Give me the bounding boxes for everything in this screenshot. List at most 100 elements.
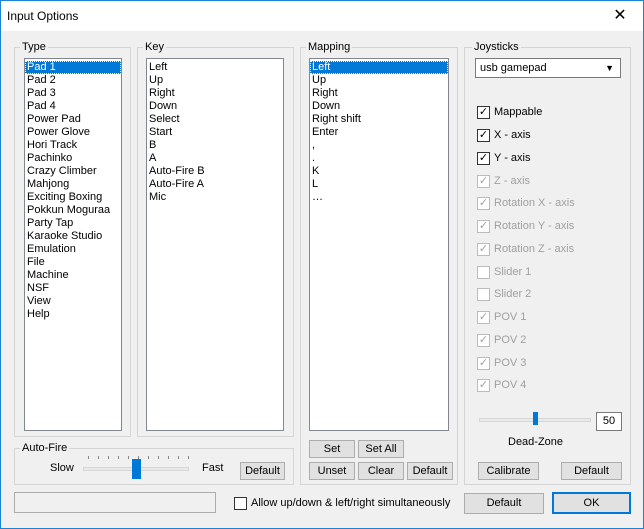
slider-tick xyxy=(188,456,189,459)
mapping-list-item[interactable]: Right shift xyxy=(310,113,448,126)
checkmark-icon: ✓ xyxy=(477,219,490,233)
key-list-item[interactable]: Auto-Fire A xyxy=(147,178,283,191)
key-listbox[interactable]: Left Up Right Down Select Start B A Auto-Fire BA… xyxy=(146,58,284,431)
type-list-item[interactable]: Pad 3 xyxy=(25,87,121,100)
title-bar: Input Options ✕ xyxy=(1,1,643,31)
type-list-item[interactable]: Pokkun Moguraa xyxy=(25,204,121,217)
mapping-default-button[interactable]: Default xyxy=(407,462,453,480)
unset-button[interactable]: Unset xyxy=(309,462,355,480)
autofire-slider-thumb[interactable] xyxy=(132,459,141,479)
type-list-item[interactable]: Party Tap xyxy=(25,217,121,230)
close-icon[interactable]: ✕ xyxy=(597,1,643,31)
mapping-list-item[interactable]: Enter xyxy=(310,126,448,139)
mapping-list-item[interactable]: Right xyxy=(310,87,448,100)
type-list-item[interactable]: Pachinko xyxy=(25,152,121,165)
checkmark-icon[interactable]: ✓ xyxy=(477,105,490,119)
mapping-list-item[interactable]: , xyxy=(310,139,448,152)
mapping-listbox[interactable]: Left Up Right Down Right shift Enter,. K L… xyxy=(309,58,449,431)
checkbox-box xyxy=(477,287,490,301)
type-listbox[interactable]: Pad 1 Pad 2 Pad 3 Pad 4 Power Pad Power Glove… xyxy=(24,58,122,431)
joystick-option-checkbox: ✓ Z - axis xyxy=(477,174,530,190)
checkmark-icon: ✓ xyxy=(477,356,490,370)
footer-default-button[interactable]: Default xyxy=(464,493,544,514)
joystick-option-checkbox: ✓ POV 1 xyxy=(477,310,526,326)
clear-button[interactable]: Clear xyxy=(358,462,404,480)
type-list-item[interactable]: Mahjong xyxy=(25,178,121,191)
autofire-slow-label: Slow xyxy=(50,462,74,474)
deadzone-slider-thumb[interactable] xyxy=(533,412,538,425)
joystick-option-checkbox[interactable]: ✓ Y - axis xyxy=(477,151,530,167)
checkmark-icon: ✓ xyxy=(477,378,490,392)
allow-checkbox-label: Allow up/down & left/right simultaneousl… xyxy=(251,497,451,509)
key-list-item[interactable]: Select xyxy=(147,113,283,126)
type-list-item[interactable]: Pad 1 xyxy=(25,61,121,74)
mapping-list-item[interactable]: Down xyxy=(310,100,448,113)
key-list-item[interactable]: Mic xyxy=(147,191,283,204)
joystick-option-label: Rotation Z - axis xyxy=(494,243,575,255)
joystick-option-label: Rotation Y - axis xyxy=(494,220,575,232)
type-list-item[interactable]: Exciting Boxing xyxy=(25,191,121,204)
slider-tick xyxy=(178,456,179,459)
checkmark-icon[interactable]: ✓ xyxy=(477,128,490,142)
autofire-fast-label: Fast xyxy=(202,462,224,474)
calibrate-button[interactable]: Calibrate xyxy=(478,462,539,480)
joystick-option-checkbox: ✓ Rotation Y - axis xyxy=(477,219,574,235)
key-list-item[interactable]: Left xyxy=(147,61,283,74)
type-list-item[interactable]: Emulation xyxy=(25,243,121,256)
autofire-group-label: Auto-Fire xyxy=(20,442,70,454)
joystick-option-label: POV 4 xyxy=(494,379,527,391)
joystick-option-checkbox[interactable]: ✓ X - axis xyxy=(477,128,531,144)
type-list-item[interactable]: File xyxy=(25,256,121,269)
key-list-item[interactable]: Start xyxy=(147,126,283,139)
mapping-list-item[interactable]: Up xyxy=(310,74,448,87)
joystick-default-button[interactable]: Default xyxy=(561,462,622,480)
mapping-list-item[interactable]: . xyxy=(310,152,448,165)
mapping-list-item[interactable]: K xyxy=(310,165,448,178)
joystick-option-label: Z - axis xyxy=(494,175,531,187)
slider-tick xyxy=(128,456,129,459)
set-button[interactable]: Set xyxy=(309,440,355,458)
mapping-group-label: Mapping xyxy=(306,41,353,53)
type-list-item[interactable]: Karaoke Studio xyxy=(25,230,121,243)
type-list-item[interactable]: NSF xyxy=(25,282,121,295)
mapping-list-item[interactable]: L xyxy=(310,178,448,191)
type-list-item[interactable]: Power Glove xyxy=(25,126,121,139)
type-list-item[interactable]: Help xyxy=(25,308,121,321)
key-list-item[interactable]: B xyxy=(147,139,283,152)
key-list-item[interactable]: Auto-Fire B xyxy=(147,165,283,178)
type-list-item[interactable]: Crazy Climber xyxy=(25,165,121,178)
joystick-select[interactable]: usb gamepad ▼ xyxy=(475,58,621,78)
joystick-option-checkbox[interactable]: ✓ Mappable xyxy=(477,105,542,121)
joystick-option-checkbox: ✓ POV 3 xyxy=(477,356,526,372)
key-list-item[interactable]: Right xyxy=(147,87,283,100)
autofire-default-button[interactable]: Default xyxy=(240,462,285,480)
set-all-button[interactable]: Set All xyxy=(358,440,404,458)
type-list-item[interactable]: Machine xyxy=(25,269,121,282)
mapping-list-item[interactable]: … xyxy=(310,191,448,204)
joystick-option-label: Y - axis xyxy=(494,152,531,164)
checkmark-icon: ✓ xyxy=(477,333,490,347)
joystick-option-checkbox: ✓ POV 4 xyxy=(477,378,526,394)
joystick-option-label: Slider 2 xyxy=(494,288,532,300)
allow-simultaneous-checkbox[interactable]: Allow up/down & left/right simultaneousl… xyxy=(234,496,450,512)
joystick-option-label: POV 2 xyxy=(494,334,527,346)
type-list-item[interactable]: Pad 2 xyxy=(25,74,121,87)
chevron-down-icon: ▼ xyxy=(605,63,614,73)
type-list-item[interactable]: Pad 4 xyxy=(25,100,121,113)
ok-button[interactable]: OK xyxy=(552,492,631,514)
mapping-list-item[interactable]: Left xyxy=(310,61,448,74)
slider-tick xyxy=(158,456,159,459)
key-list-item[interactable]: A xyxy=(147,152,283,165)
type-list-item[interactable]: View xyxy=(25,295,121,308)
checkmark-icon: ✓ xyxy=(477,196,490,210)
key-list-item[interactable]: Down xyxy=(147,100,283,113)
window-title: Input Options xyxy=(7,9,79,23)
key-list-item[interactable]: Up xyxy=(147,74,283,87)
joystick-option-label: Rotation X - axis xyxy=(494,197,575,209)
type-list-item[interactable]: Hori Track xyxy=(25,139,121,152)
deadzone-value[interactable]: 50 xyxy=(596,412,622,431)
allow-checkbox-box[interactable] xyxy=(234,496,247,510)
joystick-option-checkbox: Slider 1 xyxy=(477,265,531,281)
checkmark-icon[interactable]: ✓ xyxy=(477,151,490,165)
type-list-item[interactable]: Power Pad xyxy=(25,113,121,126)
